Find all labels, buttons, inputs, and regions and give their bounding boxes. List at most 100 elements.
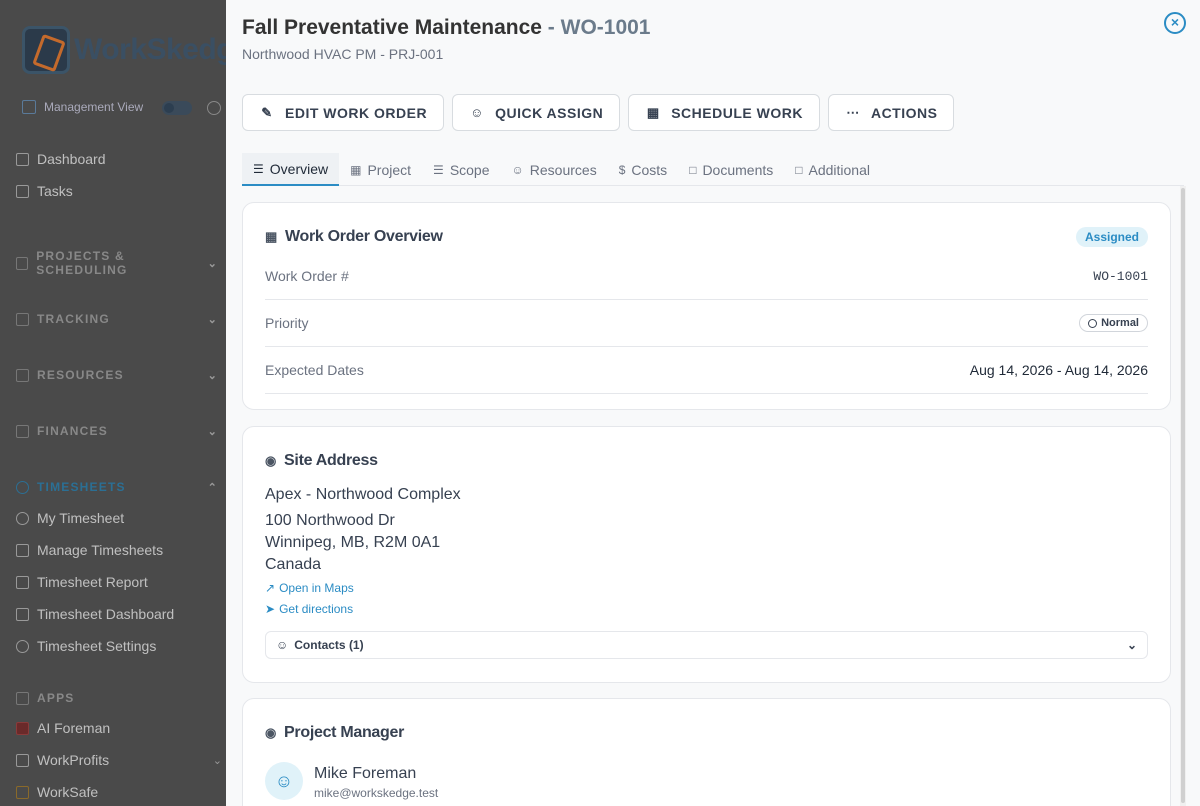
- chart-icon: [16, 312, 29, 326]
- sidebar-item-label: My Timesheet: [37, 510, 125, 526]
- sidebar-item-label: Timesheet Settings: [37, 638, 157, 654]
- sidebar: WorkSkedge Management View Dashboard Tas…: [0, 0, 226, 806]
- sidebar-item-label: Dashboard: [37, 151, 106, 167]
- folder-icon: □: [795, 162, 803, 177]
- get-directions-link[interactable]: ➤ Get directions: [265, 602, 353, 616]
- external-link-icon: ↗: [265, 581, 276, 595]
- scrollbar[interactable]: [1180, 186, 1186, 806]
- sidebar-item-ai-foreman[interactable]: AI Foreman: [16, 712, 222, 744]
- sidebar-item-dashboard[interactable]: Dashboard: [16, 143, 226, 175]
- sidebar-section-resources[interactable]: RESOURCES ⌄: [16, 360, 222, 390]
- work-order-title: Fall Preventative Maintenance: [242, 16, 542, 39]
- toolbar: ✎ EDIT WORK ORDER ☺ QUICK ASSIGN ▦ SCHEDULE…: [242, 94, 955, 131]
- schedule-work-button[interactable]: ▦ SCHEDULE WORK: [628, 94, 820, 131]
- list-check-icon: ☰: [433, 162, 444, 177]
- wallet-icon: [16, 424, 29, 438]
- quick-assign-button[interactable]: ☺ QUICK ASSIGN: [452, 94, 621, 131]
- sidebar-item-label: Timesheet Dashboard: [37, 606, 175, 622]
- sidebar-item-timesheet-settings[interactable]: Timesheet Settings: [16, 630, 226, 662]
- tab-resources[interactable]: ☺ Resources: [501, 153, 608, 186]
- manager-name: Mike Foreman: [314, 765, 417, 782]
- button-label: SCHEDULE WORK: [671, 104, 803, 121]
- logo-text: WorkSkedge: [74, 33, 226, 66]
- grid-icon: [16, 607, 29, 621]
- project-subtitle: Northwood HVAC PM - PRJ-001: [242, 46, 444, 62]
- logo-icon: [22, 26, 70, 74]
- building-icon: [22, 100, 36, 114]
- sidebar-section-timesheets[interactable]: TIMESHEETS ⌃: [16, 472, 222, 502]
- card-title: Project Manager: [284, 724, 405, 741]
- shield-icon: [16, 785, 29, 799]
- edit-work-order-button[interactable]: ✎ EDIT WORK ORDER: [242, 94, 445, 131]
- tab-additional[interactable]: □ Additional: [784, 153, 881, 186]
- field-label: Work Order #: [265, 268, 349, 284]
- hardhat-icon: [16, 721, 29, 735]
- sidebar-item-workprofits[interactable]: WorkProfits ⌄: [16, 744, 222, 776]
- sidebar-app-items: AI Foreman WorkProfits ⌄ WorkSafe: [16, 712, 222, 806]
- tab-label: Additional: [808, 161, 871, 178]
- contacts-accordion[interactable]: ☺ Contacts (1) ⌄: [265, 631, 1148, 659]
- circle-icon: [1088, 318, 1098, 328]
- section-label: TRACKING: [37, 312, 110, 326]
- sidebar-item-label: WorkSafe: [37, 784, 99, 800]
- chart-icon: [16, 753, 29, 767]
- sidebar-item-manage-timesheets[interactable]: Manage Timesheets: [16, 534, 226, 566]
- clock-icon: [16, 511, 29, 525]
- app-logo[interactable]: WorkSkedge: [22, 26, 226, 74]
- title-separator: -: [541, 16, 561, 39]
- building-icon: ▦: [350, 162, 362, 177]
- chevron-down-icon: ⌄: [207, 369, 218, 382]
- chevron-down-icon: ⌄: [207, 313, 218, 326]
- field-label: Expected Dates: [265, 362, 364, 378]
- link-label: Get directions: [279, 602, 354, 616]
- management-view-text: Management View: [44, 100, 144, 114]
- sidebar-section-tracking[interactable]: TRACKING ⌄: [16, 304, 222, 334]
- link-label: Open in Maps: [279, 581, 354, 595]
- tab-scope[interactable]: ☰ Scope: [422, 153, 500, 186]
- sidebar-section-finances[interactable]: FINANCES ⌄: [16, 416, 222, 446]
- sidebar-item-timesheet-dashboard[interactable]: Timesheet Dashboard: [16, 598, 226, 630]
- actions-button[interactable]: ⋯ ACTIONS: [827, 94, 955, 131]
- navigation-icon: ➤: [265, 602, 276, 616]
- chevron-down-icon: ⌄: [1126, 638, 1137, 652]
- apps-icon: [16, 691, 29, 705]
- gear-icon: [16, 639, 29, 653]
- sidebar-section-apps: APPS: [16, 683, 222, 713]
- card-heading: ◉ Project Manager: [265, 724, 404, 742]
- clipboard-icon: [16, 543, 29, 557]
- users-icon: ☺: [511, 162, 524, 177]
- tab-documents[interactable]: □ Documents: [678, 153, 784, 186]
- sidebar-item-my-timesheet[interactable]: My Timesheet: [16, 502, 226, 534]
- section-label: TIMESHEETS: [37, 480, 126, 494]
- priority-badge: Normal: [1079, 314, 1148, 332]
- close-icon[interactable]: ×: [1164, 12, 1186, 34]
- sidebar-item-label: WorkProfits: [37, 752, 110, 768]
- sidebar-item-worksafe[interactable]: WorkSafe: [16, 776, 222, 806]
- sidebar-item-label: AI Foreman: [37, 720, 111, 736]
- tab-overview[interactable]: ☰ Overview: [242, 153, 340, 186]
- sidebar-item-tasks[interactable]: Tasks: [16, 175, 226, 207]
- sidebar-timesheet-items: My Timesheet Manage Timesheets Timesheet…: [16, 502, 226, 662]
- info-icon[interactable]: [207, 101, 221, 115]
- address-line-2: Winnipeg, MB, R2M 0A1: [265, 534, 441, 551]
- sidebar-item-label: Tasks: [37, 183, 73, 199]
- section-label: PROJECTS & SCHEDULING: [36, 249, 128, 277]
- tab-label: Scope: [449, 161, 490, 178]
- management-view-label: Management View: [22, 100, 143, 114]
- clock-icon: [16, 480, 29, 494]
- status-badge: Assigned: [1075, 227, 1148, 247]
- button-label: QUICK ASSIGN: [495, 104, 604, 121]
- calendar-icon: ▦: [265, 229, 277, 244]
- sidebar-section-projects[interactable]: PROJECTS & SCHEDULING ⌄: [16, 248, 222, 278]
- user-circle-icon: ◉: [265, 725, 277, 740]
- edit-document-icon: ✎: [261, 104, 273, 120]
- tab-label: Documents: [702, 161, 774, 178]
- work-order-id: WO-1001: [560, 16, 651, 39]
- management-view-toggle[interactable]: [162, 101, 192, 115]
- sidebar-item-timesheet-report[interactable]: Timesheet Report: [16, 566, 226, 598]
- tab-project[interactable]: ▦ Project: [339, 153, 422, 186]
- chevron-up-icon: ⌃: [207, 481, 218, 494]
- tab-costs[interactable]: $ Costs: [608, 153, 678, 186]
- section-label: FINANCES: [37, 424, 108, 438]
- open-in-maps-link[interactable]: ↗ Open in Maps: [265, 581, 354, 595]
